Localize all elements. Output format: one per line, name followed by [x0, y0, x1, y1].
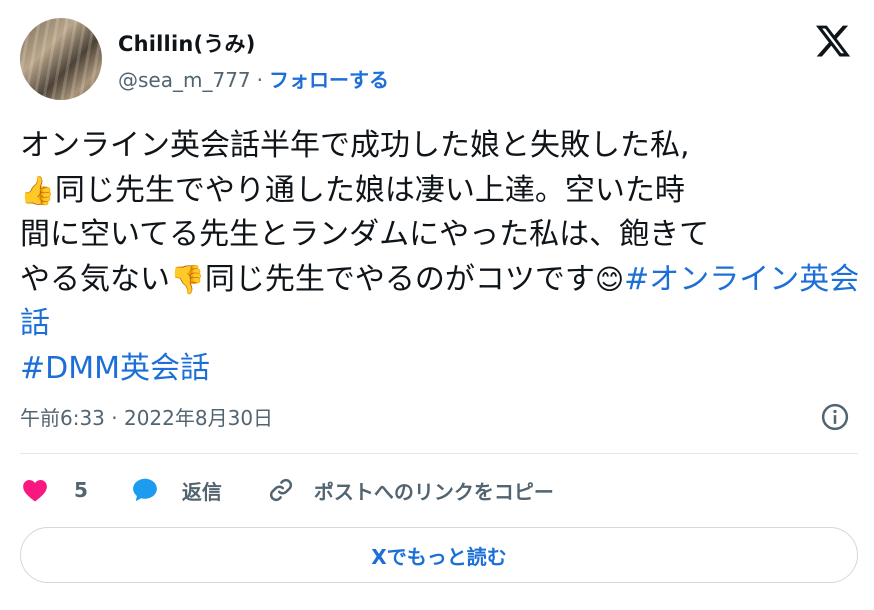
separator-dot: ·	[256, 68, 263, 92]
reply-bubble-icon	[133, 478, 157, 502]
timestamp[interactable]: 午前6:33 · 2022年8月30日	[20, 402, 273, 431]
heart-icon	[23, 480, 47, 502]
thumbs-down-emoji: 👎	[170, 262, 205, 296]
author-display-name[interactable]: Chillin(うみ)	[118, 28, 256, 58]
hashtag-dmm-eikaiwa[interactable]: #DMM英会話	[20, 351, 210, 386]
avatar[interactable]	[20, 18, 102, 100]
author-handle[interactable]: @sea_m_777	[118, 68, 251, 92]
reply-label: 返信	[181, 479, 222, 504]
tweet-line-4a: やる気ない	[20, 261, 170, 297]
tweet-line-3: 間に空いてる先生とランダムにやった私は、飽きて	[20, 217, 710, 252]
smile-emoji: 😊	[594, 262, 625, 296]
link-icon	[269, 478, 293, 502]
reply-button[interactable]: 返信	[130, 475, 222, 505]
follow-button[interactable]: フォローする	[269, 68, 389, 92]
action-bar: 5 返信 ポストへのリンクをコピー	[20, 472, 554, 508]
tweet-text: オンライン英会話半年で成功した娘と失敗した私, 👍同じ先生でやり通した娘は凄い上…	[20, 124, 860, 391]
read-more-on-x-button[interactable]: Xでもっと読む	[20, 527, 858, 583]
info-icon[interactable]	[820, 402, 850, 432]
divider	[20, 453, 858, 454]
copy-link-label: ポストへのリンクをコピー	[313, 479, 554, 504]
tweet-line-1: オンライン英会話半年で成功した娘と失敗した私,	[20, 128, 690, 163]
thumbs-up-emoji: 👍	[20, 173, 55, 207]
like-button[interactable]: 5	[20, 475, 88, 505]
tweet-line-4b: 同じ先生でやるのがコツです	[204, 261, 595, 297]
like-count: 5	[74, 478, 88, 502]
tweet-line-2: 同じ先生でやり通した娘は凄い上達。空いた時	[54, 172, 685, 208]
author-handle-row: @sea_m_777 · フォローする	[118, 64, 389, 93]
x-logo-icon[interactable]	[814, 22, 852, 60]
copy-link-button[interactable]: ポストへのリンクをコピー	[266, 475, 554, 505]
